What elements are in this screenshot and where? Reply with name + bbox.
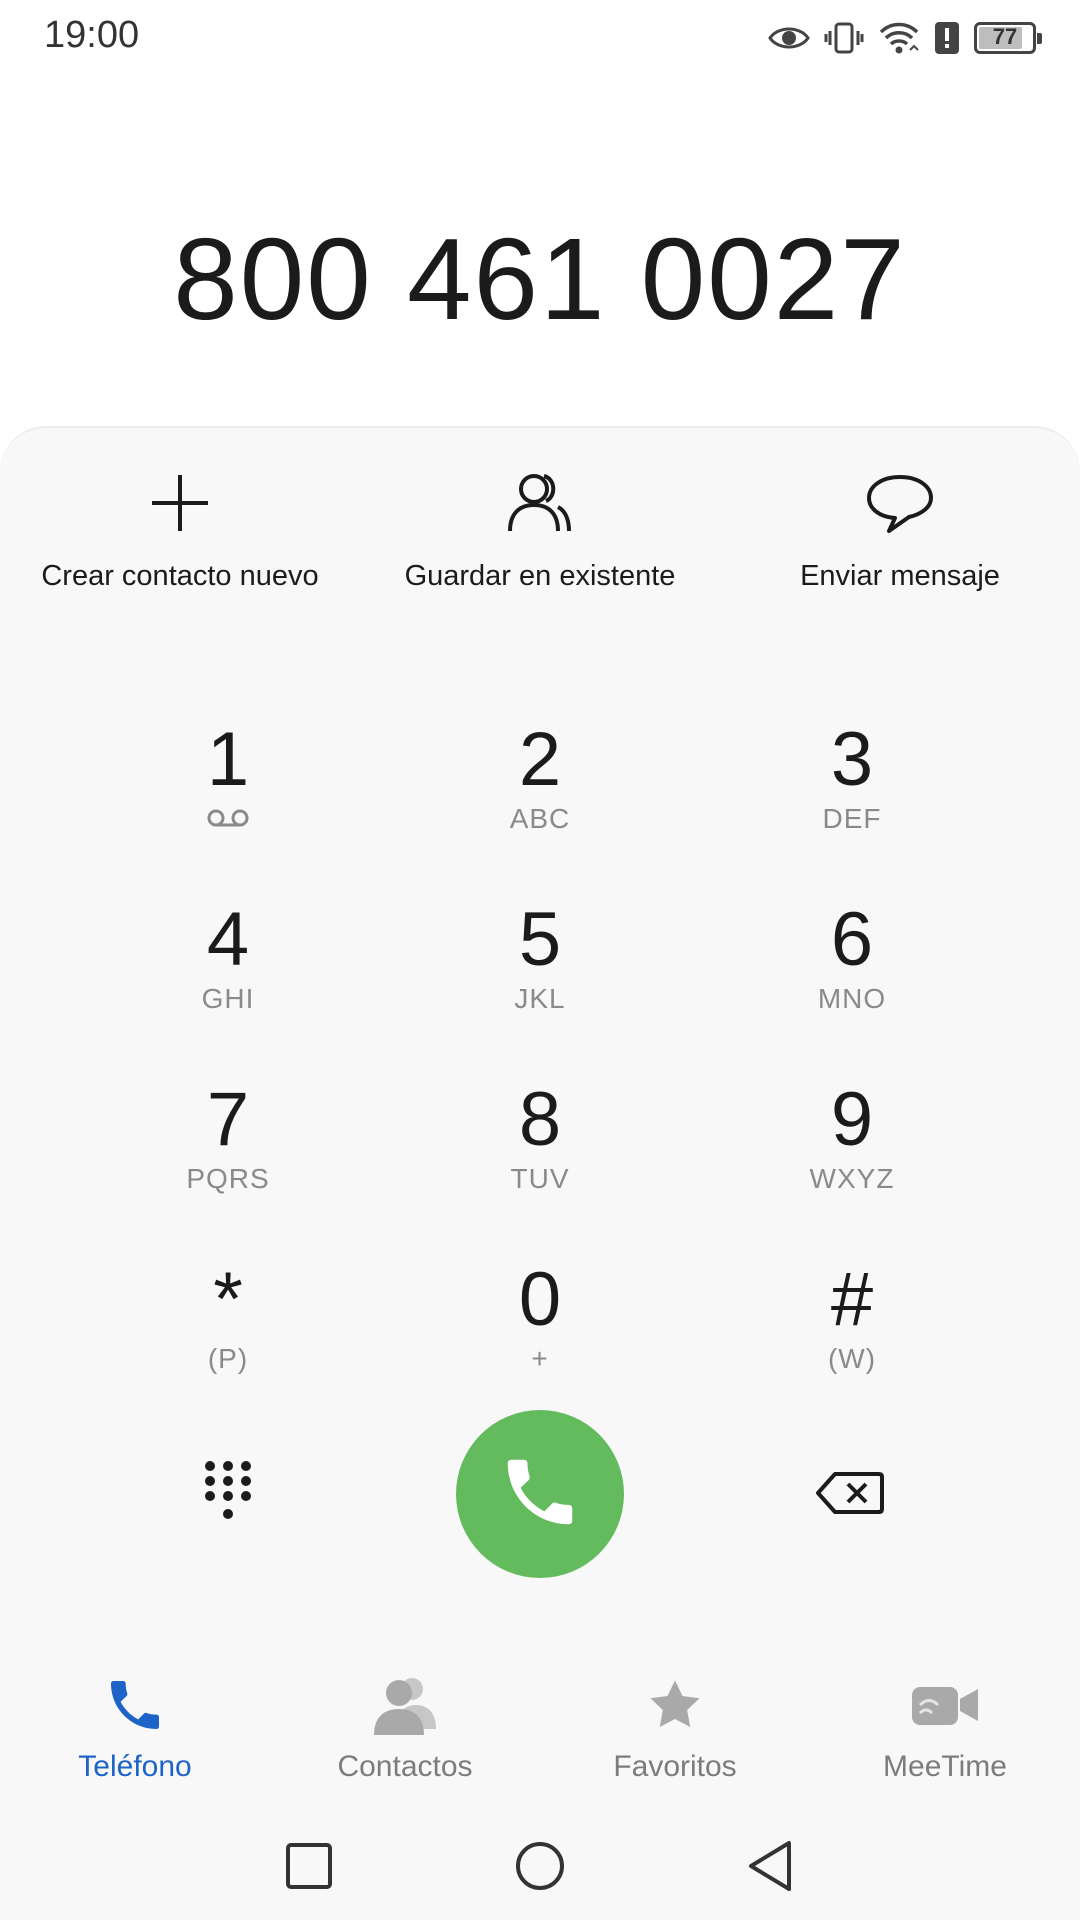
- key-5[interactable]: 5 JKL: [420, 898, 660, 1048]
- key-digit: 1: [206, 717, 250, 802]
- key-6[interactable]: 6 MNO: [732, 898, 972, 1048]
- save-existing-label: Guardar en existente: [404, 560, 676, 592]
- backspace-button[interactable]: [800, 1450, 900, 1540]
- key-letters: PQRS: [186, 1163, 270, 1194]
- phone-tab-icon: [0, 1670, 270, 1740]
- create-contact-label: Crear contacto nuevo: [41, 560, 319, 592]
- key-letters: DEF: [822, 803, 882, 834]
- key-letters: +: [531, 1343, 549, 1374]
- key-letters: WXYZ: [809, 1163, 895, 1194]
- key-letters: (W): [827, 1343, 877, 1374]
- tab-telefono[interactable]: Teléfono: [0, 1670, 270, 1784]
- back-button[interactable]: [740, 1838, 800, 1898]
- key-letters: (P): [207, 1343, 249, 1374]
- voicemail-icon: [108, 802, 348, 836]
- key-digit: 4: [206, 897, 250, 982]
- key-1[interactable]: 1: [108, 718, 348, 868]
- contacts-tab-icon: [270, 1670, 540, 1740]
- tab-meetime[interactable]: MeeTime: [810, 1670, 1080, 1784]
- recents-button[interactable]: [279, 1838, 339, 1898]
- system-nav-bar: [0, 1810, 1080, 1920]
- dialpad-toggle-button[interactable]: [178, 1450, 278, 1540]
- back-triangle-icon: [745, 1839, 795, 1898]
- key-8[interactable]: 8 TUV: [420, 1078, 660, 1228]
- dialed-number[interactable]: 800 461 0027: [0, 212, 1080, 346]
- key-letters: TUV: [510, 1163, 570, 1194]
- bottom-nav: Teléfono Contactos Favoritos MeeTime: [0, 1640, 1080, 1810]
- star-tab-icon: [540, 1670, 810, 1740]
- send-message-label: Enviar mensaje: [800, 560, 1000, 592]
- status-bar: 19:00 77: [0, 0, 1080, 80]
- create-contact-button[interactable]: Crear contacto nuevo: [0, 468, 360, 593]
- plus-icon: [0, 468, 360, 538]
- tab-label: MeeTime: [883, 1750, 1007, 1783]
- eye-icon: [768, 23, 810, 53]
- dialpad-icon: [200, 1458, 256, 1533]
- square-icon: [285, 1842, 333, 1895]
- tab-label: Teléfono: [78, 1750, 192, 1783]
- message-bubble-icon: [720, 468, 1080, 538]
- circle-icon: [514, 1840, 566, 1897]
- tab-label: Contactos: [337, 1750, 473, 1783]
- key-letters: JKL: [514, 983, 566, 1014]
- key-7[interactable]: 7 PQRS: [108, 1078, 348, 1228]
- key-letters: ABC: [509, 803, 571, 834]
- battery-level: 77: [992, 24, 1018, 49]
- key-2[interactable]: 2 ABC: [420, 718, 660, 868]
- key-digit: 0: [518, 1257, 562, 1342]
- key-hash[interactable]: # (W): [732, 1258, 972, 1408]
- quick-actions: Crear contacto nuevo Guardar en existent…: [0, 468, 1080, 608]
- battery-icon: 77: [974, 22, 1042, 54]
- key-letters: MNO: [817, 983, 887, 1014]
- key-digit: 6: [830, 897, 874, 982]
- key-digit: 8: [518, 1077, 562, 1162]
- status-time: 19:00: [44, 14, 140, 56]
- dialer-panel: Crear contacto nuevo Guardar en existent…: [0, 426, 1080, 1642]
- key-4[interactable]: 4 GHI: [108, 898, 348, 1048]
- alert-icon: [934, 21, 960, 55]
- key-star[interactable]: * (P): [108, 1258, 348, 1408]
- phone-icon: [497, 1449, 583, 1540]
- key-9[interactable]: 9 WXYZ: [732, 1078, 972, 1228]
- vibrate-icon: [824, 21, 864, 55]
- tab-label: Favoritos: [613, 1750, 737, 1783]
- send-message-button[interactable]: Enviar mensaje: [720, 468, 1080, 593]
- save-existing-button[interactable]: Guardar en existente: [360, 468, 720, 593]
- person-icon: [360, 468, 720, 538]
- key-3[interactable]: 3 DEF: [732, 718, 972, 868]
- key-digit: 9: [830, 1077, 874, 1162]
- key-digit: 2: [518, 717, 562, 802]
- key-digit: #: [830, 1257, 874, 1342]
- tab-contactos[interactable]: Contactos: [270, 1670, 540, 1784]
- key-digit: 3: [830, 717, 874, 802]
- key-digit: 5: [518, 897, 562, 982]
- key-letters: GHI: [201, 983, 255, 1014]
- key-digit: *: [213, 1257, 243, 1342]
- home-button[interactable]: [510, 1838, 570, 1898]
- key-0[interactable]: 0 +: [420, 1258, 660, 1408]
- key-digit: 7: [206, 1077, 250, 1162]
- call-button[interactable]: [456, 1410, 624, 1578]
- video-camera-tab-icon: [810, 1670, 1080, 1740]
- status-icons: 77: [768, 16, 1042, 60]
- tab-favoritos[interactable]: Favoritos: [540, 1670, 810, 1784]
- backspace-icon: [815, 1470, 885, 1521]
- wifi-icon: [878, 20, 920, 56]
